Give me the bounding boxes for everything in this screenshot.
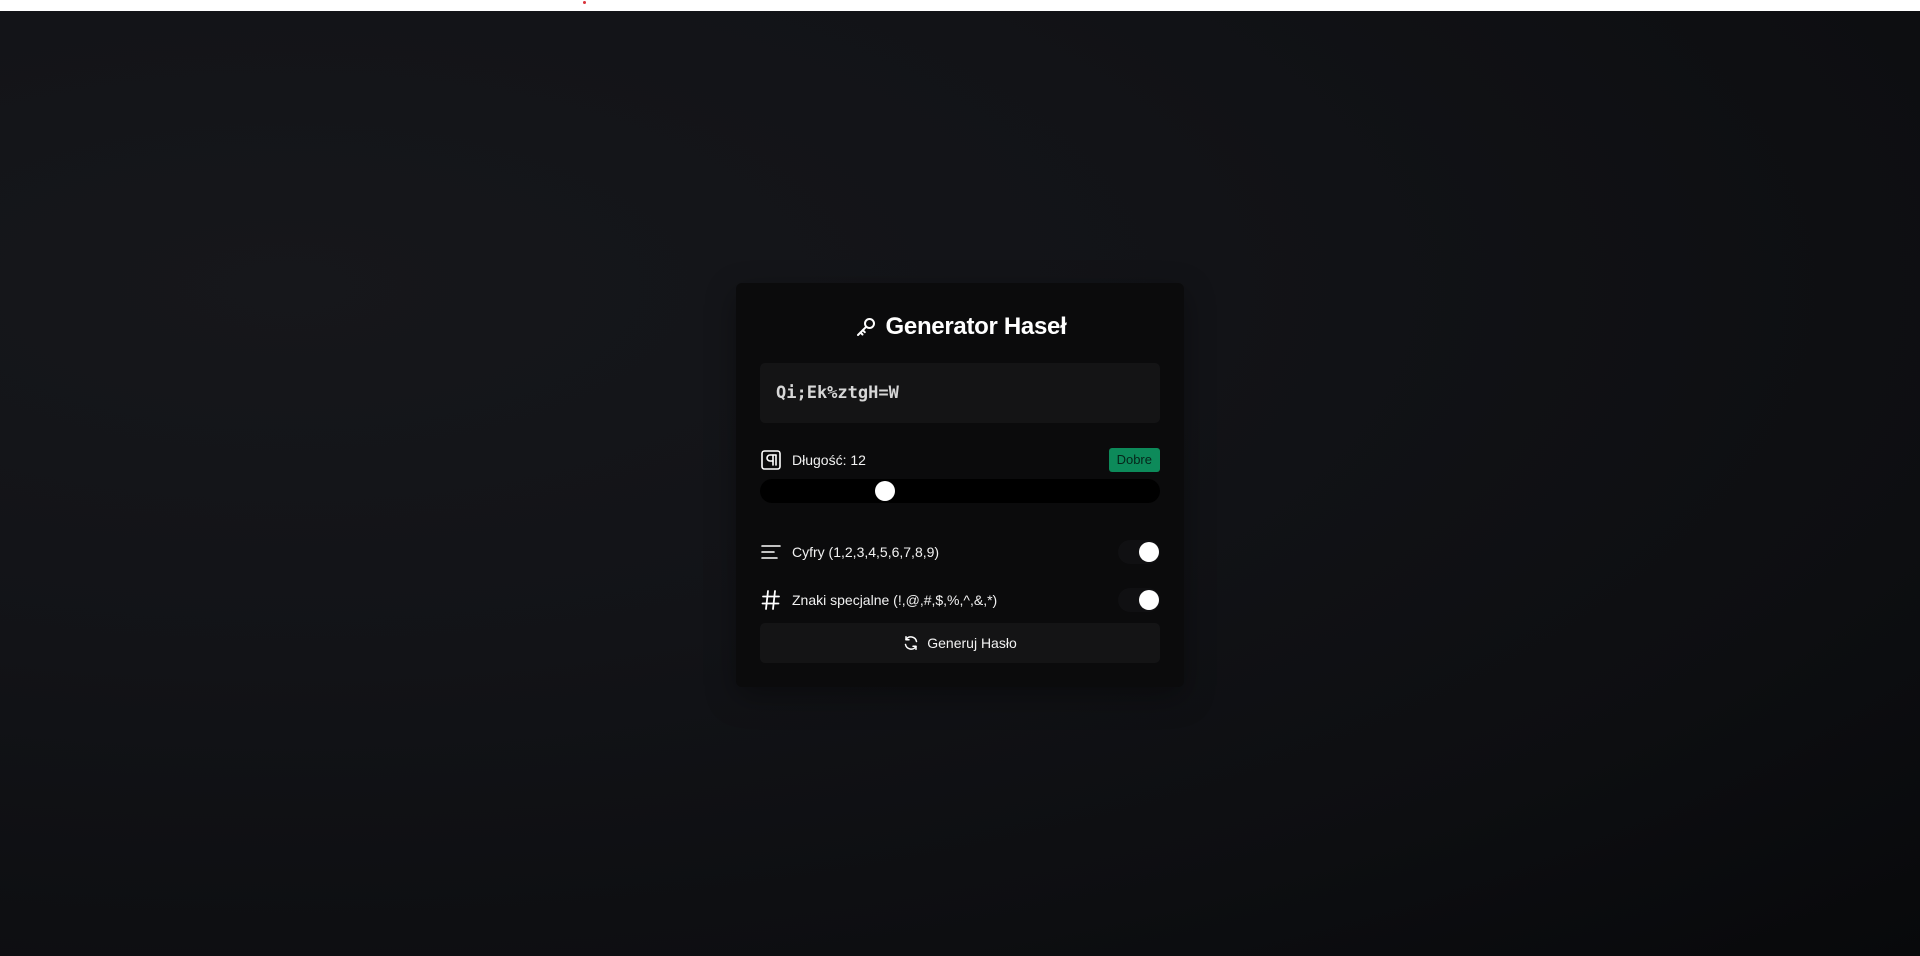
align-left-icon <box>760 541 782 563</box>
hash-icon <box>760 589 782 611</box>
page-title: Generator Haseł <box>885 313 1067 340</box>
toggle-knob <box>1139 542 1159 562</box>
password-generator-card: Generator Haseł Qi;Ek%ztgH=W Długość: 12… <box>736 283 1184 687</box>
slider-thumb[interactable] <box>874 481 895 501</box>
top-indicator-dot <box>583 1 586 4</box>
digits-toggle[interactable] <box>1118 540 1160 564</box>
length-label: Długość: 12 <box>792 452 866 468</box>
special-chars-option-label: Znaki specjalne (!,@,#,$,%,^,&,*) <box>792 592 998 608</box>
browser-top-bar <box>0 0 1920 11</box>
strength-badge: Dobre <box>1108 448 1160 472</box>
refresh-icon <box>903 635 919 651</box>
digits-option-label: Cyfry (1,2,3,4,5,6,7,8,9) <box>792 544 940 560</box>
header: Generator Haseł <box>736 309 1184 345</box>
length-row: Długość: 12 Dobre <box>760 447 1160 473</box>
pilcrow-icon <box>760 449 782 471</box>
key-icon <box>854 315 878 339</box>
generate-password-button[interactable]: Generuj Hasło <box>760 623 1160 663</box>
option-row-special: Znaki specjalne (!,@,#,$,%,^,&,*) <box>760 587 1160 613</box>
password-display[interactable]: Qi;Ek%ztgH=W <box>760 363 1160 423</box>
special-chars-toggle[interactable] <box>1118 588 1160 612</box>
length-slider[interactable] <box>760 479 1160 503</box>
option-row-digits: Cyfry (1,2,3,4,5,6,7,8,9) <box>760 539 1160 565</box>
toggle-knob <box>1139 590 1159 610</box>
generate-button-label: Generuj Hasło <box>927 635 1017 651</box>
password-text[interactable]: Qi;Ek%ztgH=W <box>776 383 899 403</box>
